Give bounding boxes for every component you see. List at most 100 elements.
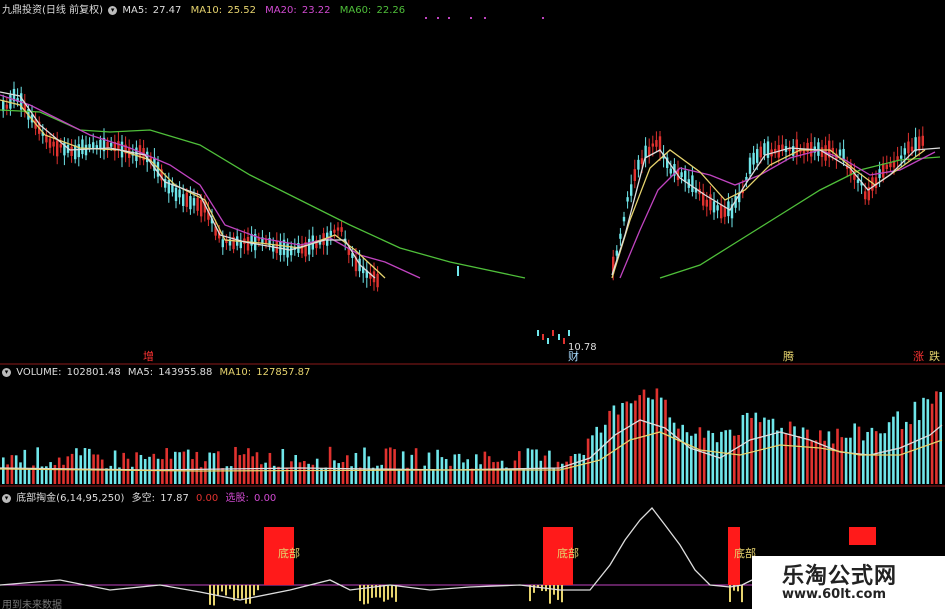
marker-dot — [484, 17, 486, 19]
volume-bar — [870, 427, 874, 484]
indicator-footer: 用到未来数据 — [2, 600, 62, 609]
stock-name: 九鼎投资(日线 前复权) — [2, 5, 103, 16]
toggle-icon[interactable]: ▾ — [2, 367, 11, 377]
volume-bar — [453, 454, 457, 484]
candle — [77, 144, 80, 158]
volume-bar — [53, 464, 57, 484]
volume-bar — [414, 448, 418, 484]
volume-bar — [780, 427, 783, 484]
volume-bar — [900, 429, 904, 484]
volume-bar — [862, 440, 865, 484]
candle — [135, 147, 138, 162]
candle — [120, 141, 124, 158]
event-label: 财 — [568, 349, 579, 363]
candle — [918, 136, 921, 151]
volume-bar — [161, 459, 164, 484]
volume-bar — [715, 442, 719, 484]
ma20-label: MA20: — [265, 5, 297, 16]
volume-bar — [604, 424, 607, 484]
candle — [756, 149, 759, 163]
volume-bar — [840, 437, 844, 484]
volume-label: VOLUME: — [16, 367, 62, 378]
candle — [856, 179, 860, 183]
volume-bar — [595, 426, 598, 484]
volume-bar — [389, 447, 392, 484]
candle — [189, 196, 192, 210]
candle — [709, 194, 712, 211]
xuangu-label: 选股: — [225, 493, 249, 504]
candle — [900, 155, 903, 159]
volume-bar — [496, 461, 500, 484]
volume-bar — [462, 462, 465, 484]
toggle-icon[interactable]: ▾ — [2, 493, 11, 503]
volume-bar — [702, 437, 706, 484]
candle — [712, 201, 716, 213]
event-label: 增 — [143, 349, 154, 363]
volume-bar — [260, 464, 263, 484]
duokong-line — [0, 507, 753, 601]
volume-bar — [27, 468, 31, 484]
volume-bar — [836, 428, 839, 484]
volume-bar — [126, 458, 130, 484]
candle — [885, 164, 888, 170]
candle — [178, 189, 181, 198]
volume-bar — [290, 461, 293, 484]
candle — [716, 205, 719, 211]
candle — [547, 338, 549, 344]
volume-bar — [733, 435, 736, 484]
candle — [182, 194, 185, 206]
candle — [705, 199, 708, 207]
candle — [333, 229, 336, 233]
volume-bar — [427, 452, 431, 484]
volume-bar — [651, 399, 654, 484]
volume-bar — [883, 433, 887, 484]
vol-ma10-label: MA10: — [219, 367, 252, 378]
candle — [74, 145, 77, 160]
candle — [644, 145, 647, 158]
volume-bar — [737, 434, 740, 484]
candle — [286, 243, 289, 258]
candle — [622, 216, 626, 222]
candle — [542, 334, 544, 340]
volume-bar — [634, 400, 637, 484]
marker-dot — [470, 17, 472, 19]
candle — [196, 197, 199, 211]
candle — [680, 172, 683, 178]
bottom-signal-block — [849, 527, 876, 545]
volume-bar — [741, 414, 745, 484]
candle — [200, 199, 203, 217]
volume-bar — [315, 458, 319, 484]
candle — [910, 146, 914, 152]
candle — [329, 230, 332, 236]
volume-bar — [698, 427, 702, 484]
candle — [838, 149, 842, 156]
candle — [914, 137, 917, 152]
candle — [376, 273, 379, 288]
toggle-icon[interactable]: ▾ — [108, 5, 118, 15]
chart-canvas[interactable]: 10.78增财腾涨跌底部 底部 底部 — [0, 0, 945, 609]
candle — [874, 177, 878, 188]
volume-bar — [186, 449, 190, 484]
volume-bar — [849, 437, 852, 484]
indicator-header: ▾ 底部掏金(6,14,95,250) 多空: 17.87 0.00 选股: 0… — [2, 489, 278, 504]
candle — [795, 139, 798, 156]
volume-bar — [113, 450, 117, 484]
volume-bar — [926, 399, 930, 484]
volume-bar — [204, 461, 207, 484]
candle — [903, 148, 906, 155]
volume-bar — [88, 448, 91, 484]
volume-bar — [109, 465, 113, 484]
candle — [637, 159, 640, 170]
candle — [563, 338, 565, 344]
candle — [691, 175, 694, 193]
candle — [5, 104, 8, 109]
volume-bar — [909, 424, 912, 484]
candle — [167, 179, 170, 194]
candle — [308, 238, 311, 255]
volume-bar — [277, 466, 280, 484]
volume-bar — [638, 395, 641, 484]
watermark-title: 乐淘公式网 — [782, 564, 898, 589]
candle — [174, 187, 178, 202]
volume-bar — [466, 459, 469, 484]
volume-bar — [728, 429, 732, 484]
